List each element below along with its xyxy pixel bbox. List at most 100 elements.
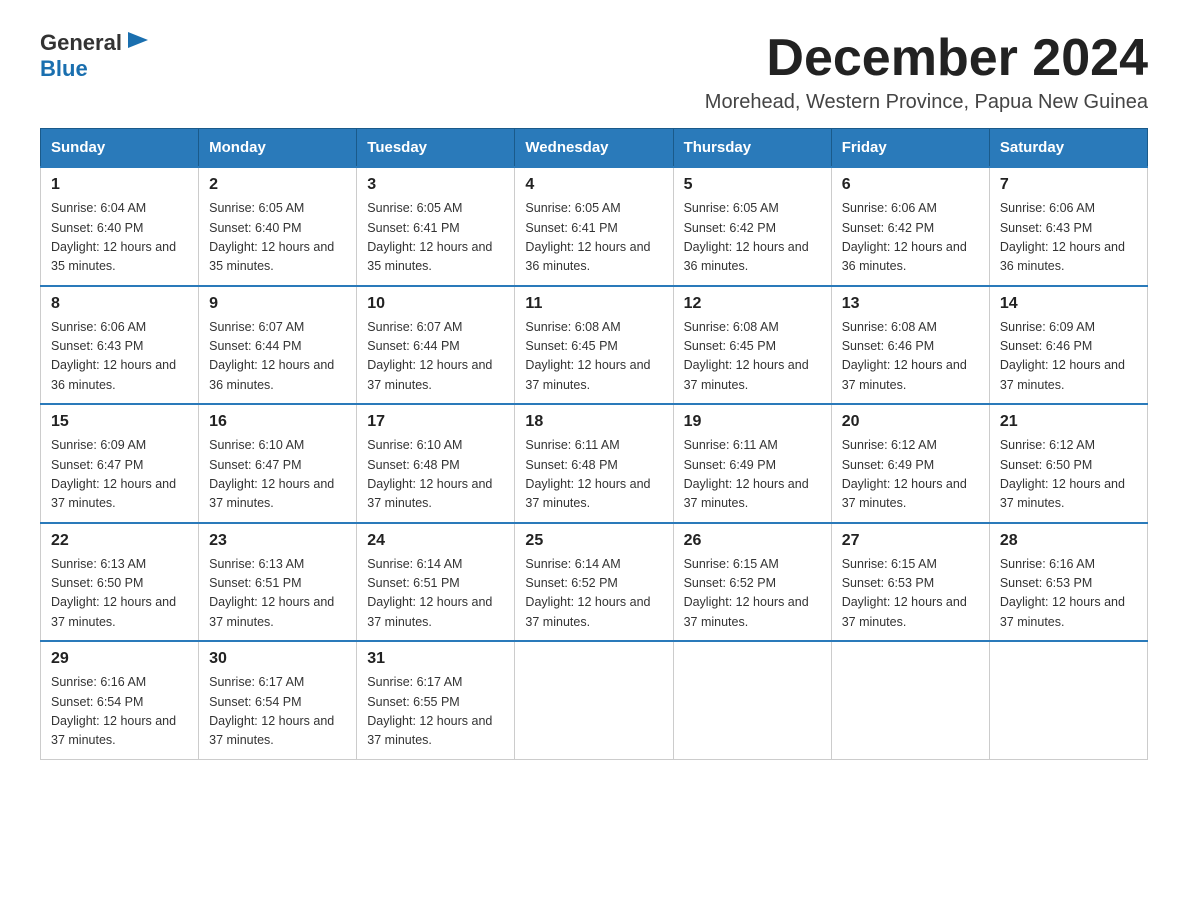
calendar-week-row: 8 Sunrise: 6:06 AMSunset: 6:43 PMDayligh… xyxy=(41,286,1148,405)
calendar-cell: 22 Sunrise: 6:13 AMSunset: 6:50 PMDaylig… xyxy=(41,523,199,642)
calendar-week-row: 22 Sunrise: 6:13 AMSunset: 6:50 PMDaylig… xyxy=(41,523,1148,642)
subtitle: Morehead, Western Province, Papua New Gu… xyxy=(705,91,1148,114)
day-info: Sunrise: 6:08 AMSunset: 6:46 PMDaylight:… xyxy=(842,320,967,392)
calendar-cell xyxy=(673,641,831,759)
day-number: 13 xyxy=(842,295,979,313)
day-number: 11 xyxy=(525,295,662,313)
day-info: Sunrise: 6:05 AMSunset: 6:41 PMDaylight:… xyxy=(525,201,650,273)
day-number: 27 xyxy=(842,532,979,550)
calendar-cell: 23 Sunrise: 6:13 AMSunset: 6:51 PMDaylig… xyxy=(199,523,357,642)
day-info: Sunrise: 6:06 AMSunset: 6:42 PMDaylight:… xyxy=(842,201,967,273)
day-info: Sunrise: 6:05 AMSunset: 6:41 PMDaylight:… xyxy=(367,201,492,273)
logo-blue-text: Blue xyxy=(40,56,152,82)
calendar-cell: 12 Sunrise: 6:08 AMSunset: 6:45 PMDaylig… xyxy=(673,286,831,405)
day-number: 1 xyxy=(51,176,188,194)
calendar-cell: 21 Sunrise: 6:12 AMSunset: 6:50 PMDaylig… xyxy=(989,404,1147,523)
weekday-header-wednesday: Wednesday xyxy=(515,129,673,168)
logo-general-text: General xyxy=(40,30,122,56)
day-info: Sunrise: 6:16 AMSunset: 6:53 PMDaylight:… xyxy=(1000,557,1125,629)
day-info: Sunrise: 6:06 AMSunset: 6:43 PMDaylight:… xyxy=(51,320,176,392)
calendar-cell: 24 Sunrise: 6:14 AMSunset: 6:51 PMDaylig… xyxy=(357,523,515,642)
day-number: 25 xyxy=(525,532,662,550)
day-number: 23 xyxy=(209,532,346,550)
title-block: December 2024 Morehead, Western Province… xyxy=(705,30,1148,114)
day-info: Sunrise: 6:12 AMSunset: 6:50 PMDaylight:… xyxy=(1000,438,1125,510)
calendar-week-row: 15 Sunrise: 6:09 AMSunset: 6:47 PMDaylig… xyxy=(41,404,1148,523)
calendar-cell: 19 Sunrise: 6:11 AMSunset: 6:49 PMDaylig… xyxy=(673,404,831,523)
day-info: Sunrise: 6:13 AMSunset: 6:51 PMDaylight:… xyxy=(209,557,334,629)
day-info: Sunrise: 6:15 AMSunset: 6:53 PMDaylight:… xyxy=(842,557,967,629)
day-number: 20 xyxy=(842,413,979,431)
day-info: Sunrise: 6:06 AMSunset: 6:43 PMDaylight:… xyxy=(1000,201,1125,273)
day-number: 3 xyxy=(367,176,504,194)
calendar-cell: 6 Sunrise: 6:06 AMSunset: 6:42 PMDayligh… xyxy=(831,167,989,286)
day-info: Sunrise: 6:15 AMSunset: 6:52 PMDaylight:… xyxy=(684,557,809,629)
weekday-header-thursday: Thursday xyxy=(673,129,831,168)
day-info: Sunrise: 6:07 AMSunset: 6:44 PMDaylight:… xyxy=(367,320,492,392)
day-number: 24 xyxy=(367,532,504,550)
calendar-cell: 8 Sunrise: 6:06 AMSunset: 6:43 PMDayligh… xyxy=(41,286,199,405)
calendar-cell: 27 Sunrise: 6:15 AMSunset: 6:53 PMDaylig… xyxy=(831,523,989,642)
day-number: 17 xyxy=(367,413,504,431)
day-info: Sunrise: 6:09 AMSunset: 6:46 PMDaylight:… xyxy=(1000,320,1125,392)
logo: General Blue xyxy=(40,30,152,82)
day-info: Sunrise: 6:09 AMSunset: 6:47 PMDaylight:… xyxy=(51,438,176,510)
calendar-cell: 14 Sunrise: 6:09 AMSunset: 6:46 PMDaylig… xyxy=(989,286,1147,405)
calendar-cell: 5 Sunrise: 6:05 AMSunset: 6:42 PMDayligh… xyxy=(673,167,831,286)
day-number: 18 xyxy=(525,413,662,431)
day-number: 28 xyxy=(1000,532,1137,550)
day-number: 6 xyxy=(842,176,979,194)
calendar-cell: 2 Sunrise: 6:05 AMSunset: 6:40 PMDayligh… xyxy=(199,167,357,286)
calendar-table: SundayMondayTuesdayWednesdayThursdayFrid… xyxy=(40,128,1148,760)
day-number: 31 xyxy=(367,650,504,668)
calendar-cell: 15 Sunrise: 6:09 AMSunset: 6:47 PMDaylig… xyxy=(41,404,199,523)
calendar-cell: 29 Sunrise: 6:16 AMSunset: 6:54 PMDaylig… xyxy=(41,641,199,759)
day-info: Sunrise: 6:10 AMSunset: 6:47 PMDaylight:… xyxy=(209,438,334,510)
calendar-cell: 26 Sunrise: 6:15 AMSunset: 6:52 PMDaylig… xyxy=(673,523,831,642)
day-number: 16 xyxy=(209,413,346,431)
calendar-cell: 20 Sunrise: 6:12 AMSunset: 6:49 PMDaylig… xyxy=(831,404,989,523)
day-info: Sunrise: 6:08 AMSunset: 6:45 PMDaylight:… xyxy=(684,320,809,392)
page-header: General Blue December 2024 Morehead, Wes… xyxy=(40,30,1148,114)
day-number: 4 xyxy=(525,176,662,194)
calendar-cell: 3 Sunrise: 6:05 AMSunset: 6:41 PMDayligh… xyxy=(357,167,515,286)
day-number: 19 xyxy=(684,413,821,431)
calendar-cell xyxy=(515,641,673,759)
day-info: Sunrise: 6:13 AMSunset: 6:50 PMDaylight:… xyxy=(51,557,176,629)
day-number: 12 xyxy=(684,295,821,313)
calendar-cell: 18 Sunrise: 6:11 AMSunset: 6:48 PMDaylig… xyxy=(515,404,673,523)
calendar-cell: 30 Sunrise: 6:17 AMSunset: 6:54 PMDaylig… xyxy=(199,641,357,759)
calendar-header-row: SundayMondayTuesdayWednesdayThursdayFrid… xyxy=(41,129,1148,168)
calendar-cell: 28 Sunrise: 6:16 AMSunset: 6:53 PMDaylig… xyxy=(989,523,1147,642)
weekday-header-sunday: Sunday xyxy=(41,129,199,168)
calendar-cell: 13 Sunrise: 6:08 AMSunset: 6:46 PMDaylig… xyxy=(831,286,989,405)
day-info: Sunrise: 6:07 AMSunset: 6:44 PMDaylight:… xyxy=(209,320,334,392)
calendar-cell: 17 Sunrise: 6:10 AMSunset: 6:48 PMDaylig… xyxy=(357,404,515,523)
day-info: Sunrise: 6:11 AMSunset: 6:49 PMDaylight:… xyxy=(684,438,809,510)
day-number: 9 xyxy=(209,295,346,313)
calendar-cell: 31 Sunrise: 6:17 AMSunset: 6:55 PMDaylig… xyxy=(357,641,515,759)
calendar-cell: 11 Sunrise: 6:08 AMSunset: 6:45 PMDaylig… xyxy=(515,286,673,405)
day-number: 21 xyxy=(1000,413,1137,431)
day-info: Sunrise: 6:08 AMSunset: 6:45 PMDaylight:… xyxy=(525,320,650,392)
weekday-header-monday: Monday xyxy=(199,129,357,168)
day-info: Sunrise: 6:05 AMSunset: 6:42 PMDaylight:… xyxy=(684,201,809,273)
calendar-cell: 10 Sunrise: 6:07 AMSunset: 6:44 PMDaylig… xyxy=(357,286,515,405)
calendar-cell: 1 Sunrise: 6:04 AMSunset: 6:40 PMDayligh… xyxy=(41,167,199,286)
weekday-header-saturday: Saturday xyxy=(989,129,1147,168)
calendar-cell: 16 Sunrise: 6:10 AMSunset: 6:47 PMDaylig… xyxy=(199,404,357,523)
day-number: 14 xyxy=(1000,295,1137,313)
logo-triangle-icon xyxy=(124,26,152,54)
day-info: Sunrise: 6:14 AMSunset: 6:52 PMDaylight:… xyxy=(525,557,650,629)
day-number: 15 xyxy=(51,413,188,431)
weekday-header-tuesday: Tuesday xyxy=(357,129,515,168)
calendar-cell xyxy=(989,641,1147,759)
calendar-cell: 25 Sunrise: 6:14 AMSunset: 6:52 PMDaylig… xyxy=(515,523,673,642)
day-number: 26 xyxy=(684,532,821,550)
day-number: 10 xyxy=(367,295,504,313)
day-info: Sunrise: 6:12 AMSunset: 6:49 PMDaylight:… xyxy=(842,438,967,510)
weekday-header-friday: Friday xyxy=(831,129,989,168)
day-info: Sunrise: 6:17 AMSunset: 6:55 PMDaylight:… xyxy=(367,675,492,747)
day-info: Sunrise: 6:11 AMSunset: 6:48 PMDaylight:… xyxy=(525,438,650,510)
calendar-cell: 9 Sunrise: 6:07 AMSunset: 6:44 PMDayligh… xyxy=(199,286,357,405)
